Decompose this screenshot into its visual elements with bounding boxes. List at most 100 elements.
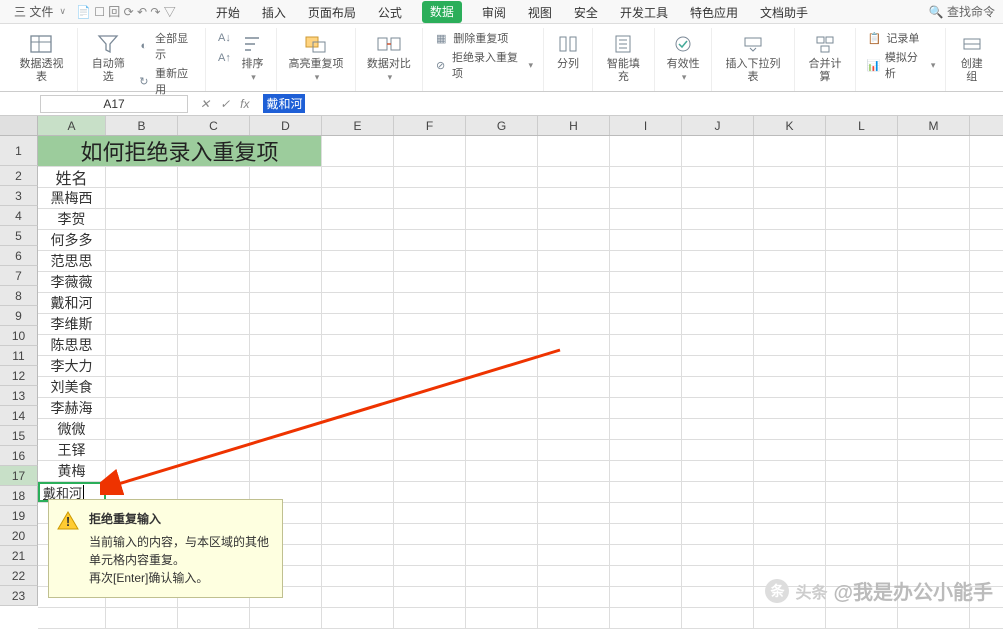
cell-I2[interactable]: [610, 167, 682, 187]
cell-L6[interactable]: [826, 251, 898, 271]
cell-A16[interactable]: 黄梅: [38, 461, 106, 481]
cell-A15[interactable]: 王铎: [38, 440, 106, 460]
sort-button[interactable]: 排序▾: [238, 30, 266, 84]
cell-A9[interactable]: 李维斯: [38, 314, 106, 334]
cell-G8[interactable]: [466, 293, 538, 313]
cell-B6[interactable]: [106, 251, 178, 271]
cell-H4[interactable]: [538, 209, 610, 229]
cell-B14[interactable]: [106, 419, 178, 439]
col-header-M[interactable]: M: [898, 116, 970, 135]
cell-E16[interactable]: [322, 461, 394, 481]
cell-H11[interactable]: [538, 356, 610, 376]
cell-G20[interactable]: [466, 545, 538, 565]
reject-dup-button[interactable]: ⊘拒绝录入重复项▾: [433, 49, 533, 81]
cell-D4[interactable]: [250, 209, 322, 229]
cell-B5[interactable]: [106, 230, 178, 250]
cell-H9[interactable]: [538, 314, 610, 334]
cell-E5[interactable]: [322, 230, 394, 250]
cell-F12[interactable]: [394, 377, 466, 397]
cell-J10[interactable]: [682, 335, 754, 355]
cell-E22[interactable]: [322, 587, 394, 607]
cell-J11[interactable]: [682, 356, 754, 376]
cell-M13[interactable]: [898, 398, 970, 418]
cell-I14[interactable]: [610, 419, 682, 439]
row-header-23[interactable]: 23: [0, 586, 38, 606]
cell-G15[interactable]: [466, 440, 538, 460]
cell-E13[interactable]: [322, 398, 394, 418]
cell-E18[interactable]: [322, 503, 394, 523]
cell-B10[interactable]: [106, 335, 178, 355]
cell-G6[interactable]: [466, 251, 538, 271]
cell-J15[interactable]: [682, 440, 754, 460]
row-header-2[interactable]: 2: [0, 166, 38, 186]
cell-F10[interactable]: [394, 335, 466, 355]
cell-L15[interactable]: [826, 440, 898, 460]
cell-C13[interactable]: [178, 398, 250, 418]
cell-I17[interactable]: [610, 482, 682, 502]
cell-E3[interactable]: [322, 188, 394, 208]
col-header-C[interactable]: C: [178, 116, 250, 135]
cell-B11[interactable]: [106, 356, 178, 376]
cell-B4[interactable]: [106, 209, 178, 229]
cell-J21[interactable]: [682, 566, 754, 586]
sort-desc-button[interactable]: A↑: [216, 50, 232, 66]
cell-C23[interactable]: [178, 608, 250, 628]
cell-G22[interactable]: [466, 587, 538, 607]
tab-view[interactable]: 视图: [526, 1, 554, 23]
cell-M1[interactable]: [898, 136, 970, 166]
cell-E17[interactable]: [322, 482, 394, 502]
cell-L5[interactable]: [826, 230, 898, 250]
cell-I12[interactable]: [610, 377, 682, 397]
cell-F16[interactable]: [394, 461, 466, 481]
cell-C16[interactable]: [178, 461, 250, 481]
cell-I19[interactable]: [610, 524, 682, 544]
cell-L11[interactable]: [826, 356, 898, 376]
cell-M7[interactable]: [898, 272, 970, 292]
cell-L2[interactable]: [826, 167, 898, 187]
tab-formula[interactable]: 公式: [376, 1, 404, 23]
col-header-A[interactable]: A: [38, 116, 106, 135]
cell-J6[interactable]: [682, 251, 754, 271]
cell-F7[interactable]: [394, 272, 466, 292]
cell-E23[interactable]: [322, 608, 394, 628]
cell-B8[interactable]: [106, 293, 178, 313]
row-header-3[interactable]: 3: [0, 186, 38, 206]
cell-F3[interactable]: [394, 188, 466, 208]
cell-G12[interactable]: [466, 377, 538, 397]
formula-cancel[interactable]: ✕: [200, 97, 210, 111]
cell-I7[interactable]: [610, 272, 682, 292]
cell-D6[interactable]: [250, 251, 322, 271]
cell-M19[interactable]: [898, 524, 970, 544]
cell-L18[interactable]: [826, 503, 898, 523]
highlight-dup-button[interactable]: 高亮重复项▾: [287, 30, 344, 84]
cell-C9[interactable]: [178, 314, 250, 334]
cell-B16[interactable]: [106, 461, 178, 481]
cell-F22[interactable]: [394, 587, 466, 607]
cell-A2[interactable]: 姓名: [38, 167, 106, 187]
cell-M23[interactable]: [898, 608, 970, 628]
cell-B2[interactable]: [106, 167, 178, 187]
cell-I20[interactable]: [610, 545, 682, 565]
cell-F18[interactable]: [394, 503, 466, 523]
cell-J19[interactable]: [682, 524, 754, 544]
cell-H20[interactable]: [538, 545, 610, 565]
cell-L17[interactable]: [826, 482, 898, 502]
validity-button[interactable]: 有效性▾: [665, 30, 702, 84]
cell-L8[interactable]: [826, 293, 898, 313]
autofilter-button[interactable]: 自动筛选: [88, 30, 129, 84]
cell-M16[interactable]: [898, 461, 970, 481]
cell-L16[interactable]: [826, 461, 898, 481]
cell-G2[interactable]: [466, 167, 538, 187]
cell-L3[interactable]: [826, 188, 898, 208]
col-header-E[interactable]: E: [322, 116, 394, 135]
cell-E6[interactable]: [322, 251, 394, 271]
cell-H8[interactable]: [538, 293, 610, 313]
what-if-button[interactable]: 📊模拟分析▾: [866, 49, 935, 81]
cell-G23[interactable]: [466, 608, 538, 628]
tab-start[interactable]: 开始: [214, 1, 242, 23]
tab-special[interactable]: 特色应用: [688, 1, 740, 23]
cell-H3[interactable]: [538, 188, 610, 208]
cell-F20[interactable]: [394, 545, 466, 565]
row-header-15[interactable]: 15: [0, 426, 38, 446]
cell-A3[interactable]: 黑梅西: [38, 188, 106, 208]
